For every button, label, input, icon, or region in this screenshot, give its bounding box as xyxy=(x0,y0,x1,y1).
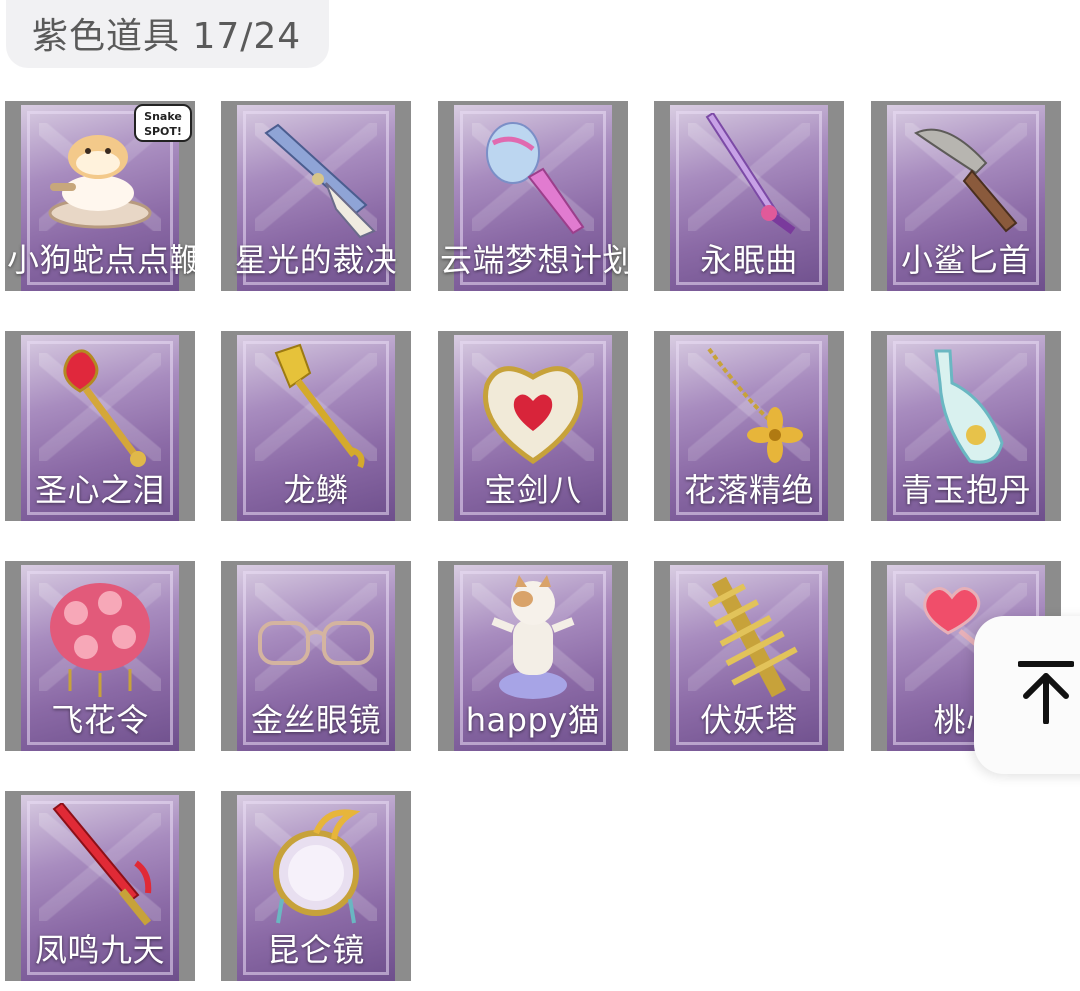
item-tile[interactable]: 小鲨匕首 xyxy=(871,101,1061,291)
item-tile[interactable]: happy猫 xyxy=(438,561,628,751)
item-name: 宝剑八 xyxy=(484,471,582,509)
golden-flower-chain-icon xyxy=(707,347,803,463)
item-tile[interactable]: 凤鸣九天 xyxy=(5,791,195,981)
pagoda-icon xyxy=(707,576,798,698)
category-title: 紫色道具 17/24 xyxy=(32,16,302,57)
item-name: 圣心之泪 xyxy=(34,471,165,509)
golden-shovel-icon xyxy=(274,343,365,469)
item-tile[interactable]: 星光的裁决 xyxy=(221,101,411,291)
item-tile[interactable]: 昆仑镜 xyxy=(221,791,411,981)
item-name: 龙鳞 xyxy=(283,471,349,509)
heart-scepter-icon xyxy=(63,349,146,467)
svg-text:SPOT!: SPOT! xyxy=(144,125,182,138)
item-name: 飞花令 xyxy=(51,701,149,739)
ornate-mirror-icon xyxy=(273,809,361,924)
cat-figurine-icon xyxy=(491,575,575,699)
item-name: 凤鸣九天 xyxy=(34,931,165,969)
glasses-icon xyxy=(258,621,374,665)
ice-cream-scepter-icon xyxy=(486,122,585,235)
item-tile[interactable]: 伏妖塔 xyxy=(654,561,844,751)
item-name: 永眠曲 xyxy=(700,241,798,279)
item-name: 星光的裁决 xyxy=(234,241,398,279)
item-name: 青玉抱丹 xyxy=(900,471,1031,509)
item-tile[interactable]: 永眠曲 xyxy=(654,101,844,291)
item-name: 伏妖塔 xyxy=(700,701,798,739)
item-tile[interactable]: Snake SPOT! 小狗蛇点点鞭 xyxy=(5,101,195,291)
jade-vase-icon xyxy=(934,349,1004,464)
item-tile[interactable]: 云端梦想计划 xyxy=(438,101,628,291)
item-name: 小鲨匕首 xyxy=(900,241,1031,279)
item-name: 金丝眼镜 xyxy=(250,701,381,739)
back-to-top-button[interactable] xyxy=(974,616,1080,774)
heart-shield-icon xyxy=(483,366,583,465)
item-tile[interactable]: 飞花令 xyxy=(5,561,195,751)
item-name: 小狗蛇点点鞭 xyxy=(7,241,195,279)
flower-bouquet-icon xyxy=(50,583,150,697)
item-name: happy猫 xyxy=(465,701,601,739)
category-header: 紫色道具 17/24 xyxy=(6,0,329,68)
item-name: 昆仑镜 xyxy=(267,931,365,969)
item-tile[interactable]: 龙鳞 xyxy=(221,331,411,521)
item-tile[interactable]: 金丝眼镜 xyxy=(221,561,411,751)
shark-dagger-icon xyxy=(914,128,1018,233)
item-tile[interactable]: 圣心之泪 xyxy=(5,331,195,521)
item-tile[interactable]: 青玉抱丹 xyxy=(871,331,1061,521)
item-name: 云端梦想计划 xyxy=(440,241,628,279)
arrow-up-to-top-icon xyxy=(1018,661,1074,724)
item-tile[interactable]: 花落精绝 xyxy=(654,331,844,521)
musket-icon xyxy=(264,123,376,239)
svg-text:Snake: Snake xyxy=(144,110,182,123)
purple-sword-icon xyxy=(705,113,796,235)
red-sword-icon xyxy=(52,803,152,926)
item-name: 花落精绝 xyxy=(683,471,814,509)
item-tile[interactable]: 宝剑八 xyxy=(438,331,628,521)
snake-spot-logo: Snake SPOT! xyxy=(134,104,192,142)
